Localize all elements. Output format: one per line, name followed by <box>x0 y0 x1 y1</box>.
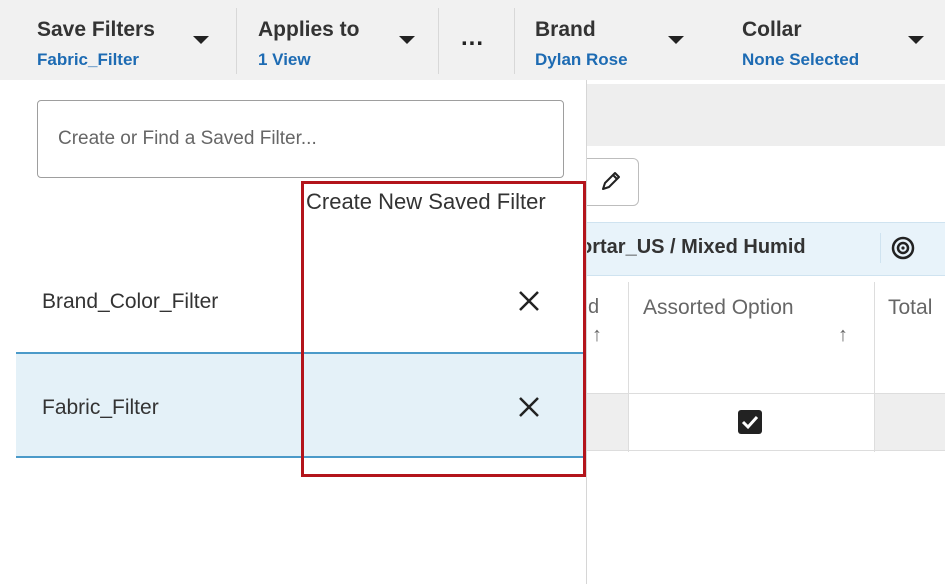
applies-to-dropdown[interactable]: Applies to 1 View <box>237 0 437 80</box>
collar-label: Collar <box>742 18 802 41</box>
row-divider <box>586 450 945 451</box>
column-header-fragment: d <box>588 296 600 318</box>
collar-value: None Selected <box>742 50 860 69</box>
saved-filter-label: Brand_Color_Filter <box>42 290 219 313</box>
chevron-down-icon <box>908 36 924 44</box>
column-divider <box>628 282 629 452</box>
column-header-assorted-option[interactable]: Assorted Option <box>643 296 794 320</box>
brand-label: Brand <box>535 18 596 41</box>
chevron-down-icon <box>668 36 684 44</box>
save-filters-label: Save Filters <box>37 18 155 41</box>
highlight-box <box>301 181 586 477</box>
filter-bar: Save Filters Fabric_Filter Applies to 1 … <box>0 0 945 80</box>
divider <box>438 8 439 74</box>
left-edge <box>0 80 16 584</box>
brand-filter[interactable]: Brand Dylan Rose <box>515 0 715 80</box>
chevron-down-icon <box>193 36 209 44</box>
pencil-icon <box>602 172 620 190</box>
chevron-down-icon <box>399 36 415 44</box>
saved-filter-label: Fabric_Filter <box>42 396 159 419</box>
collar-filter[interactable]: Collar None Selected <box>720 0 945 80</box>
target-icon[interactable] <box>880 233 925 263</box>
save-filters-value: Fabric_Filter <box>37 50 140 69</box>
toolbar-band <box>586 84 945 146</box>
table-cell <box>586 394 628 450</box>
location-header: ortar_US / Mixed Humid <box>580 236 806 258</box>
brand-value: Dylan Rose <box>535 50 628 69</box>
table-cell <box>875 394 945 450</box>
applies-to-label: Applies to <box>258 18 360 41</box>
more-options-button[interactable]: ... <box>461 24 484 52</box>
assorted-checkbox[interactable] <box>738 410 762 434</box>
saved-filter-search-input[interactable] <box>37 100 564 178</box>
sort-arrow-icon[interactable]: ↑ <box>592 324 602 347</box>
save-filters-dropdown[interactable]: Save Filters Fabric_Filter <box>0 0 236 80</box>
applies-to-value: 1 View <box>258 50 311 69</box>
edit-button[interactable] <box>586 158 639 206</box>
workspace-background <box>586 80 945 584</box>
checkmark-icon <box>741 415 759 430</box>
column-header-total[interactable]: Total <box>888 296 932 320</box>
sort-arrow-icon[interactable]: ↑ <box>838 324 848 347</box>
